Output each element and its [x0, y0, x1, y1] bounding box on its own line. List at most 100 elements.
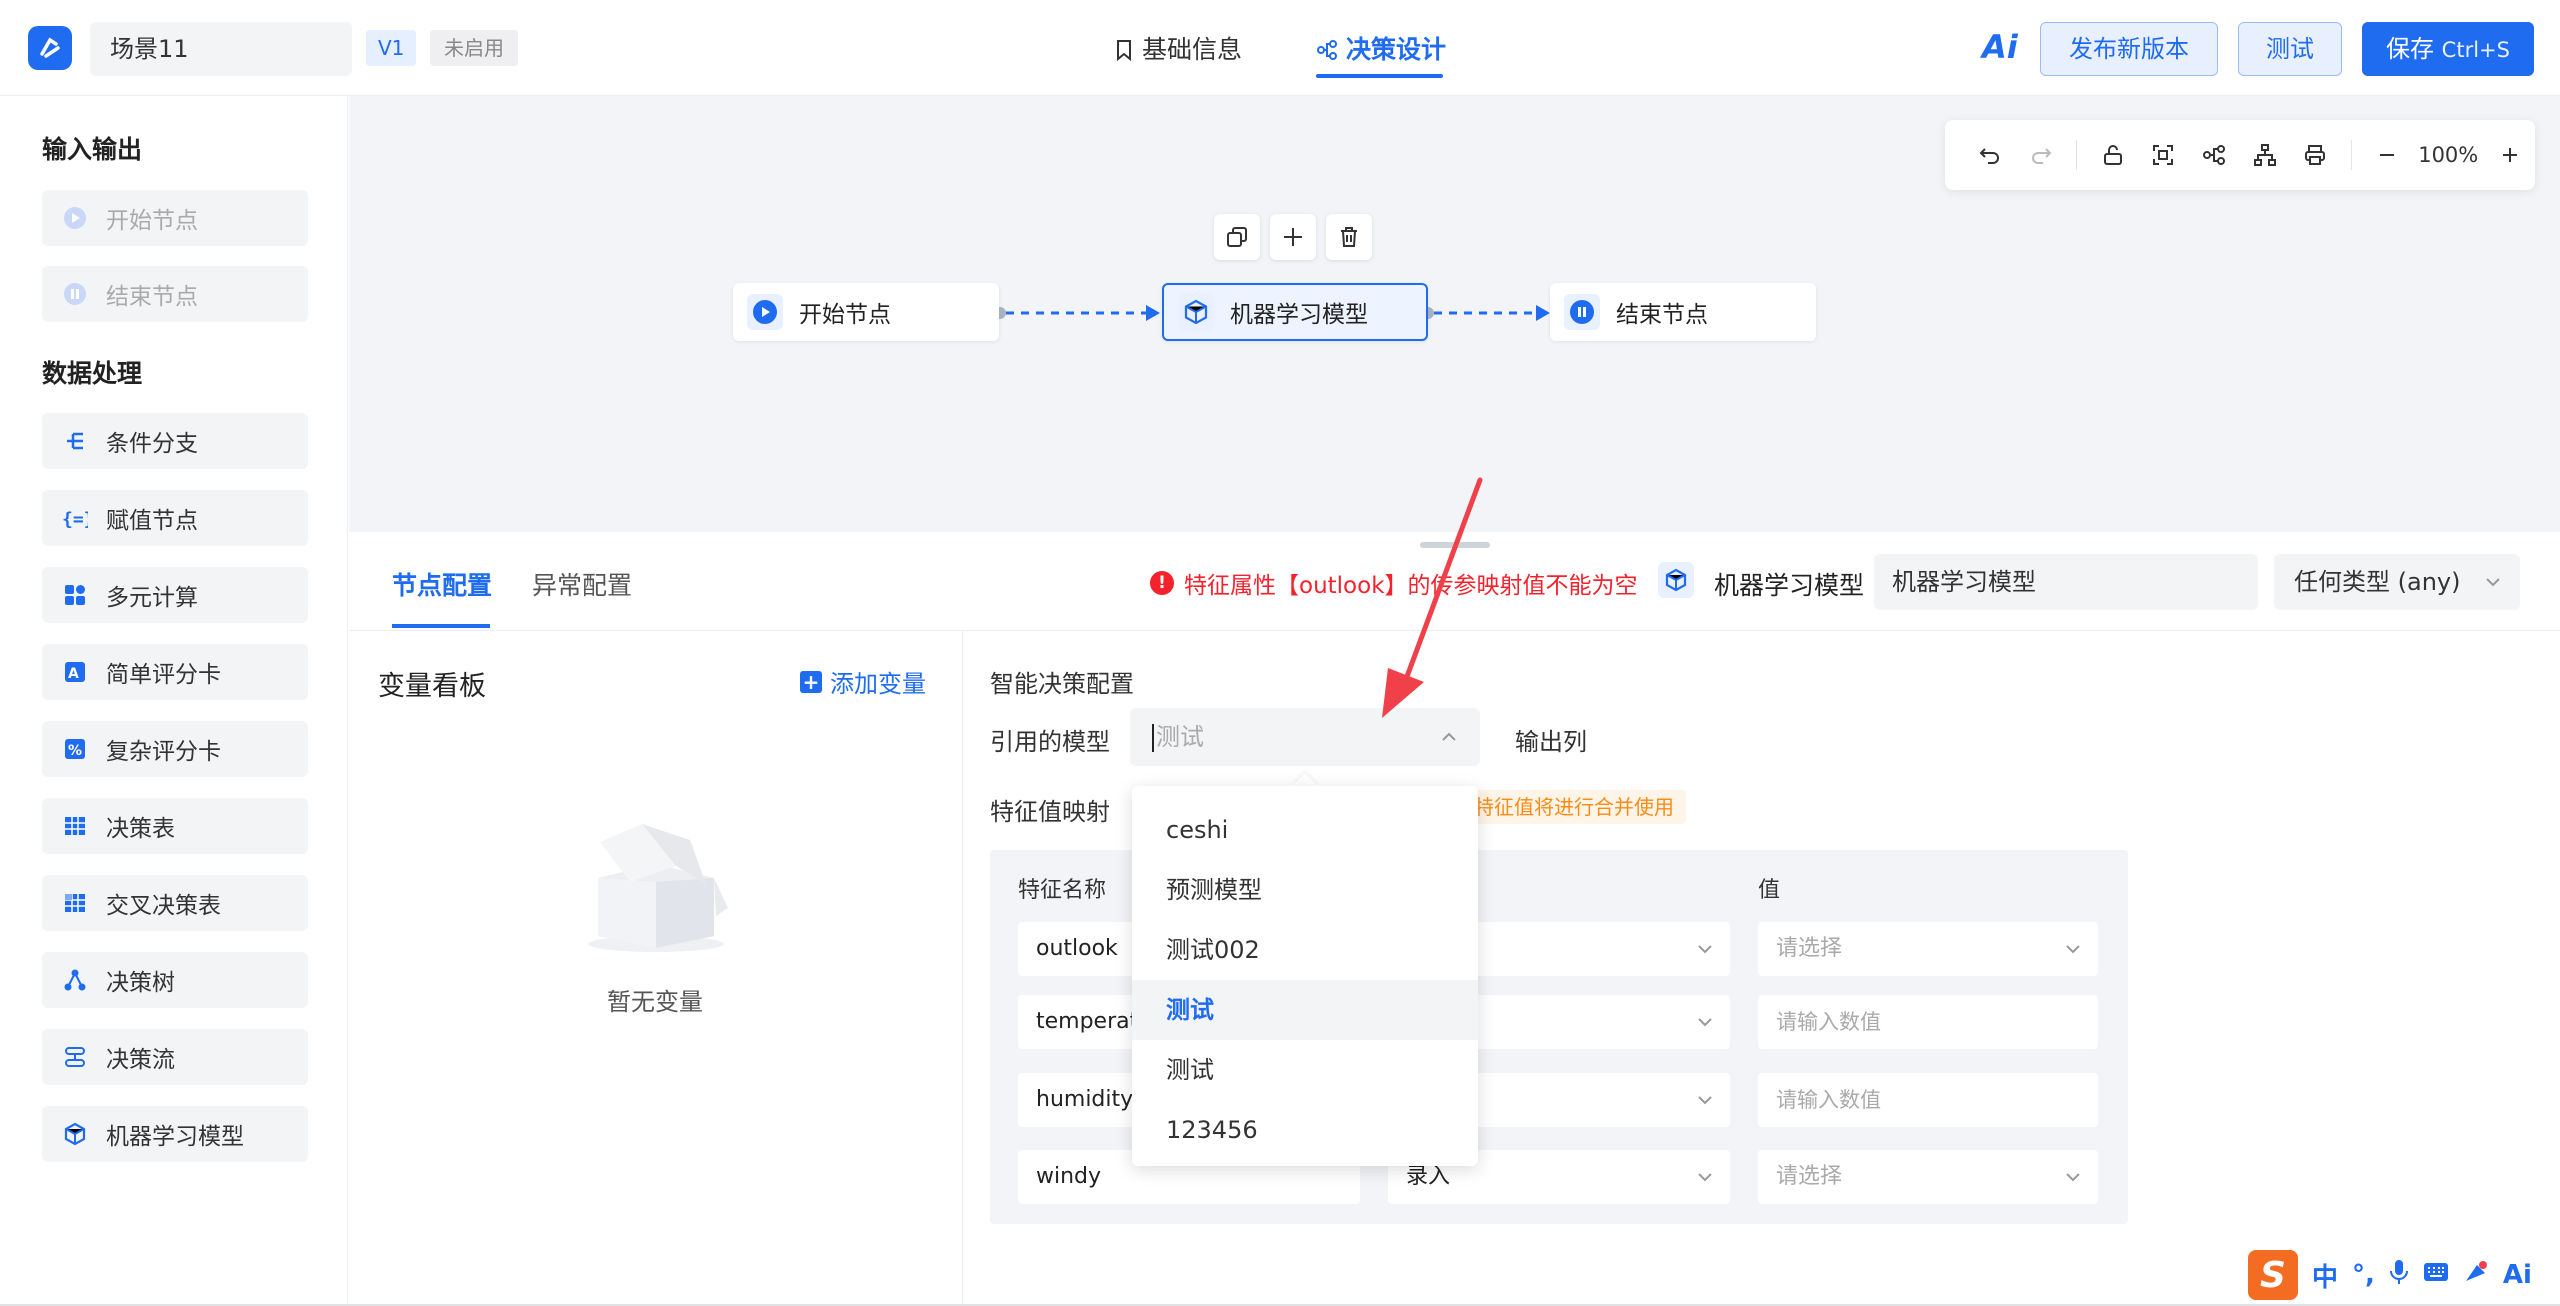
sidebar-item-complex-scorecard[interactable]: % 复杂评分卡	[42, 721, 308, 777]
sogou-ime-icon[interactable]: S	[2248, 1250, 2298, 1300]
add-variable-button[interactable]: + 添加变量	[800, 664, 926, 699]
sidebar-item-label: 结束节点	[106, 284, 198, 310]
sidebar-item-label: 开始节点	[106, 208, 198, 234]
table-icon	[62, 813, 88, 839]
save-shortcut: Ctrl+S	[2441, 38, 2510, 62]
add-variable-label: 添加变量	[830, 670, 926, 698]
print-icon[interactable]	[2290, 133, 2341, 177]
plus-icon: +	[800, 670, 822, 693]
value-placeholder: 请选择	[1776, 936, 1843, 961]
feature-mapping-label: 特征值映射	[990, 798, 1110, 826]
scorecard-icon: A	[62, 659, 88, 685]
sidebar-item-label: 赋值节点	[106, 508, 198, 534]
sidebar-item-condition-branch[interactable]: 条件分支	[42, 413, 308, 469]
undo-icon[interactable]	[1965, 133, 2016, 177]
save-label: 保存	[2386, 35, 2435, 63]
bookmark-icon	[1117, 40, 1131, 61]
ai-assistant-icon[interactable]: Ai	[1982, 28, 2018, 66]
output-column-label: 输出列	[1515, 728, 1587, 756]
layout-vertical-icon[interactable]	[2239, 133, 2290, 177]
zoom-out-icon[interactable]	[2362, 133, 2413, 177]
chevron-down-icon	[2484, 554, 2502, 630]
ime-punctuation[interactable]: °,	[2352, 1260, 2375, 1290]
test-button[interactable]: 测试	[2238, 22, 2342, 76]
sidebar-item-start-node[interactable]: 开始节点	[42, 190, 308, 246]
sidebar-item-decision-tree[interactable]: 决策树	[42, 952, 308, 1008]
sidebar-item-end-node[interactable]: 结束节点	[42, 266, 308, 322]
active-tab-indicator	[1316, 74, 1443, 78]
canvas-node-end[interactable]: 结束节点	[1550, 283, 1816, 341]
sidebar-item-simple-scorecard[interactable]: A 简单评分卡	[42, 644, 308, 700]
redo-icon[interactable]	[2016, 133, 2067, 177]
logo-icon	[40, 37, 60, 58]
merge-note: 特征值将进行合并使用	[1462, 790, 1686, 824]
column-header-value: 值	[1758, 878, 1781, 903]
microphone-icon[interactable]	[2389, 1258, 2409, 1293]
skin-icon[interactable]	[2463, 1259, 2489, 1292]
section-title-data: 数据处理	[42, 359, 143, 388]
cross-table-icon	[62, 890, 88, 916]
canvas-node-start[interactable]: 开始节点	[733, 283, 999, 341]
play-icon	[747, 294, 783, 330]
publish-version-button[interactable]: 发布新版本	[2040, 22, 2218, 76]
sidebar-item-ml-model[interactable]: 机器学习模型	[42, 1106, 308, 1162]
add-node-icon[interactable]	[1270, 214, 1316, 260]
pause-icon	[62, 281, 88, 307]
flow-icon	[62, 1044, 88, 1070]
ime-language[interactable]: 中	[2312, 1257, 2338, 1294]
branch-icon	[62, 428, 88, 454]
dropdown-option-selected[interactable]: 测试	[1132, 980, 1478, 1040]
play-icon	[62, 205, 88, 231]
chevron-down-icon	[1696, 922, 1714, 997]
dropdown-option[interactable]: 测试	[1132, 1040, 1478, 1100]
cube-icon	[62, 1121, 88, 1147]
sidebar-item-label: 交叉决策表	[106, 893, 221, 919]
node-label: 开始节点	[799, 302, 891, 328]
chevron-down-icon	[1696, 995, 1714, 1070]
unlock-icon[interactable]	[2087, 133, 2138, 177]
pause-icon	[1564, 294, 1600, 330]
node-name-input[interactable]: 机器学习模型	[1874, 554, 2258, 610]
sidebar-item-label: 多元计算	[106, 585, 198, 611]
output-type-select[interactable]: 任何类型 (any)	[2274, 554, 2520, 610]
value-select[interactable]: 请选择	[1758, 1150, 2098, 1204]
app-logo[interactable]	[28, 26, 72, 70]
layout-horizontal-icon[interactable]	[2189, 133, 2240, 177]
scene-name-input[interactable]: 场景11	[90, 22, 352, 76]
canvas-node-ml-model[interactable]: 机器学习模型	[1162, 283, 1428, 341]
fit-view-icon[interactable]	[2138, 133, 2189, 177]
section-title-io: 输入输出	[42, 135, 143, 164]
value-input[interactable]: 请输入数值	[1758, 1073, 2098, 1127]
save-button[interactable]: 保存 Ctrl+S	[2362, 22, 2534, 76]
sidebar-item-decision-table[interactable]: 决策表	[42, 798, 308, 854]
value-input[interactable]: 请输入数值	[1758, 995, 2098, 1049]
dropdown-option[interactable]: 123456	[1132, 1100, 1478, 1160]
dropdown-option[interactable]: 测试002	[1132, 920, 1478, 980]
sidebar-item-assign-node[interactable]: {=} 赋值节点	[42, 490, 308, 546]
sidebar-item-multi-calc[interactable]: 多元计算	[42, 567, 308, 623]
status-badge: 未启用	[430, 30, 518, 66]
variable-board-title: 变量看板	[378, 671, 486, 702]
keyboard-icon[interactable]	[2423, 1260, 2449, 1291]
sidebar-item-cross-table[interactable]: 交叉决策表	[42, 875, 308, 931]
tab-basic-info[interactable]: 基础信息	[1114, 30, 1242, 70]
tab-decision-design[interactable]: 决策设计	[1316, 30, 1446, 70]
delete-node-icon[interactable]	[1326, 214, 1372, 260]
divider	[962, 631, 963, 1306]
value-select[interactable]: 请选择	[1758, 922, 2098, 976]
cube-icon	[1178, 294, 1214, 330]
svg-text:%: %	[68, 743, 82, 759]
tab-node-config[interactable]: 节点配置	[392, 566, 492, 602]
zoom-in-icon[interactable]	[2484, 133, 2535, 177]
sidebar-item-decision-flow[interactable]: 决策流	[42, 1029, 308, 1085]
toolbar-divider	[2076, 140, 2078, 170]
copy-node-icon[interactable]	[1214, 214, 1260, 260]
mapping-mode-value: 录入	[1406, 1164, 1451, 1189]
dropdown-option[interactable]: ceshi	[1132, 800, 1478, 860]
tab-exception-config[interactable]: 异常配置	[532, 566, 632, 602]
ime-ai[interactable]: Ai	[2503, 1260, 2532, 1290]
dropdown-option[interactable]: 预测模型	[1132, 860, 1478, 920]
complex-scorecard-icon: %	[62, 736, 88, 762]
chevron-down-icon	[2064, 922, 2082, 997]
sidebar-item-label: 条件分支	[106, 431, 198, 457]
